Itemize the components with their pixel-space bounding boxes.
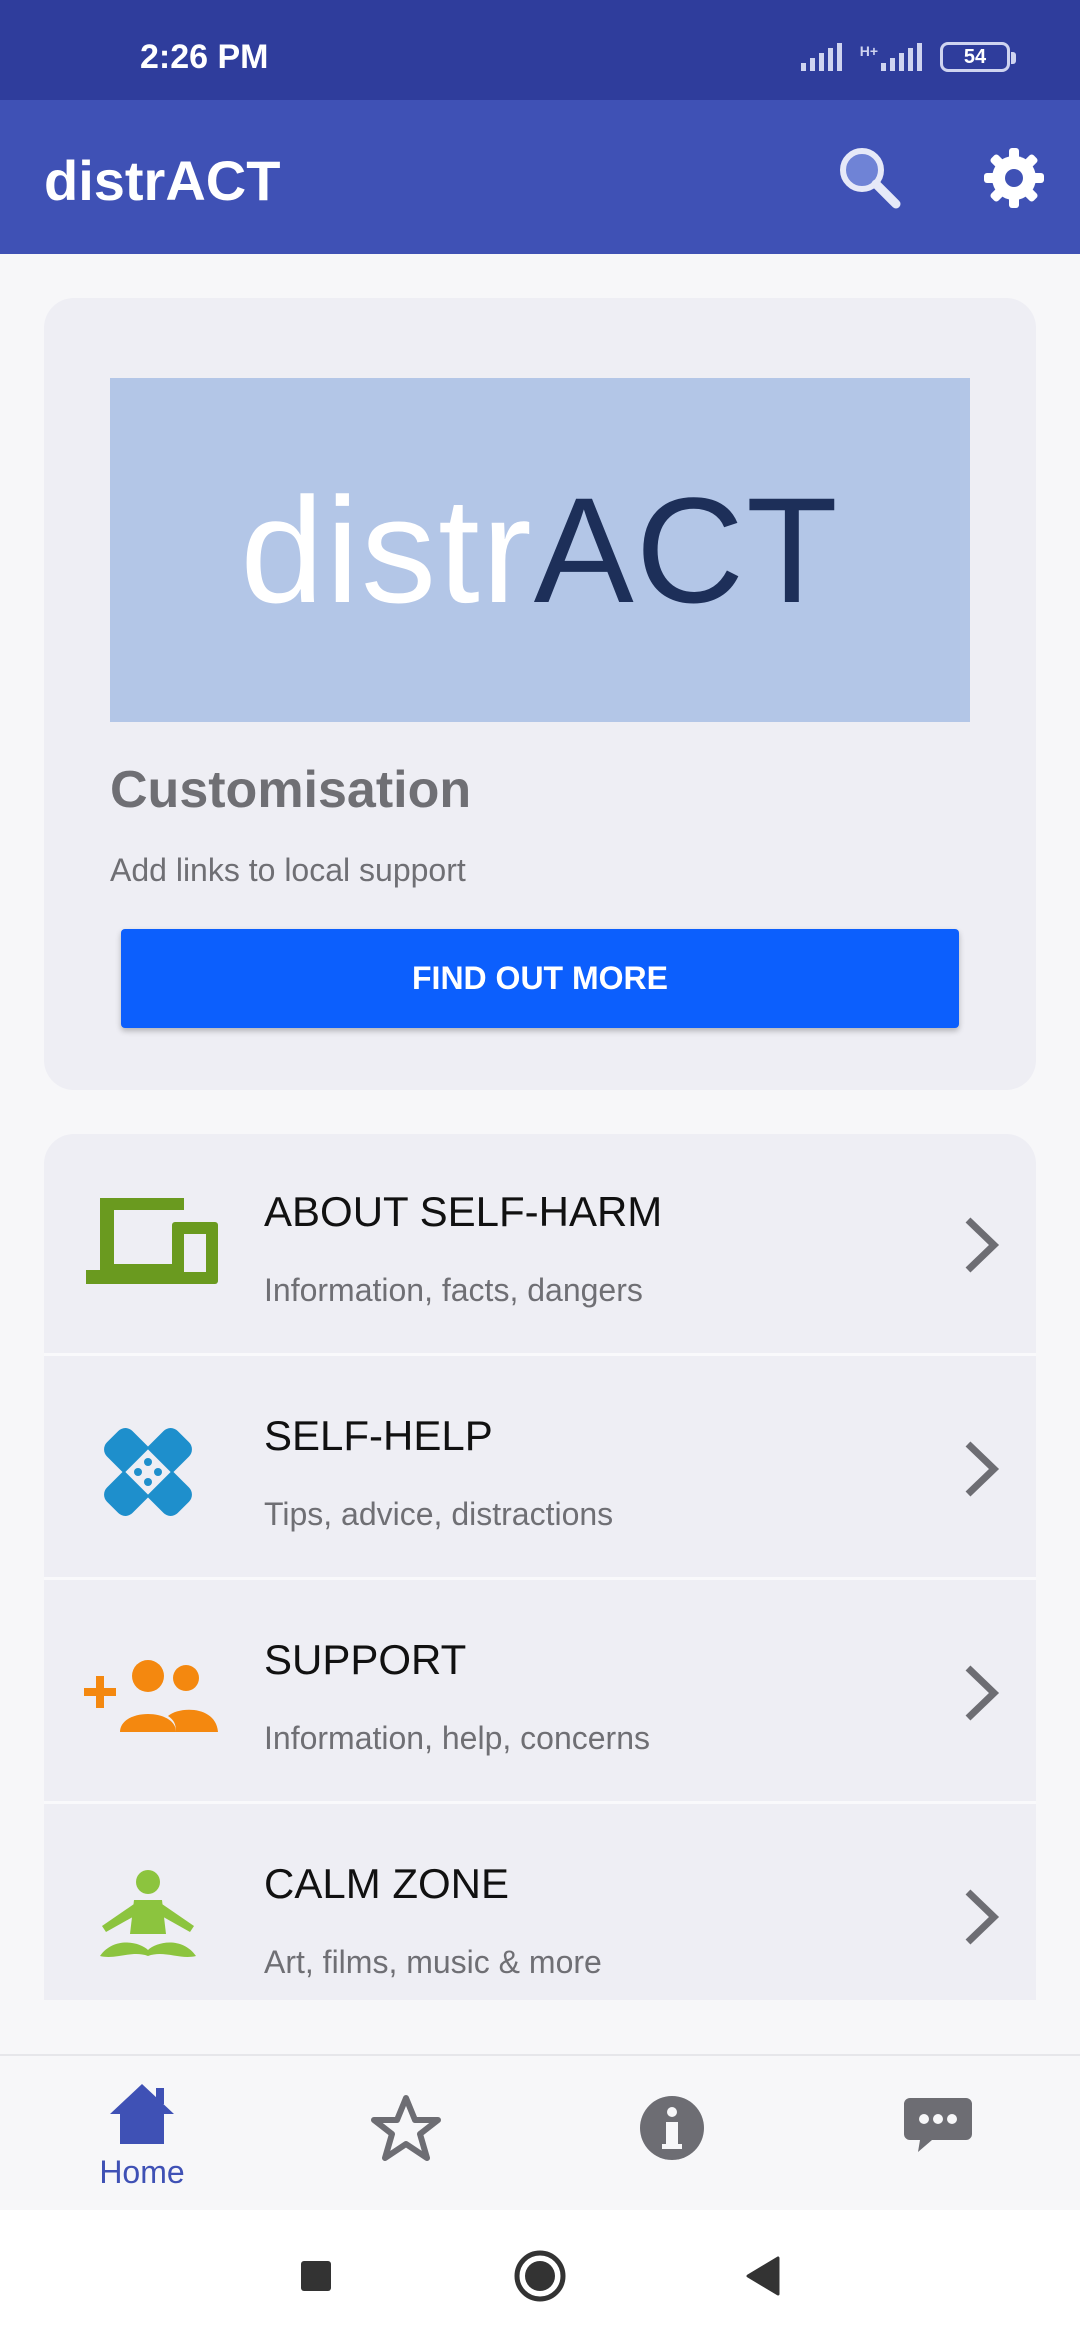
nav-favourites[interactable]: [336, 2078, 476, 2198]
search-icon[interactable]: [834, 142, 906, 214]
star-icon: [371, 2095, 441, 2161]
menu-item-subtitle: Art, films, music & more: [264, 1944, 602, 1980]
signal-icon: [800, 43, 842, 71]
network-type: H+: [859, 43, 878, 59]
menu-item-subtitle: Tips, advice, distractions: [264, 1496, 614, 1532]
back-triangle-icon[interactable]: [736, 2248, 792, 2304]
devices-icon: [86, 1198, 218, 1284]
distract-logo-banner: distrACT: [110, 378, 970, 722]
chat-icon: [904, 2098, 972, 2152]
info-icon: [640, 2096, 704, 2160]
battery-icon: 54: [940, 42, 1016, 72]
chevron-right-icon: [965, 1665, 1000, 1721]
nav-home-label: Home: [99, 2154, 185, 2190]
status-time: 2:26 PM: [140, 38, 269, 76]
menu-list: ABOUT SELF-HARM Information, facts, dang…: [44, 1134, 1036, 2000]
menu-item-self-help[interactable]: SELF-HELP Tips, advice, distractions: [44, 1358, 1036, 1580]
app-bar: distrACT: [0, 100, 1080, 254]
home-circle-icon[interactable]: [512, 2248, 568, 2304]
battery-level: 54: [963, 45, 987, 68]
bottom-navigation: Home: [0, 2054, 1080, 2210]
recents-icon[interactable]: [288, 2248, 344, 2304]
nav-chat[interactable]: [868, 2078, 1008, 2198]
settings-icon[interactable]: [978, 142, 1050, 214]
card-title: Customisation: [110, 761, 472, 819]
menu-item-about-self-harm[interactable]: ABOUT SELF-HARM Information, facts, dang…: [44, 1134, 1036, 1356]
bandage-icon: [104, 1428, 192, 1516]
status-icons: H+ 54: [800, 40, 1016, 74]
status-bar: 2:26 PM H+ 54: [0, 0, 1080, 100]
meditation-icon: [100, 1870, 196, 1957]
nav-home[interactable]: Home: [72, 2078, 212, 2198]
menu-item-subtitle: Information, facts, dangers: [264, 1272, 643, 1308]
nav-info[interactable]: [602, 2078, 742, 2198]
find-out-more-button[interactable]: FIND OUT MORE: [121, 929, 959, 1028]
menu-item-title: CALM ZONE: [264, 1860, 510, 1907]
menu-item-title: ABOUT SELF-HARM: [264, 1188, 663, 1235]
home-icon: [110, 2084, 174, 2144]
menu-item-title: SELF-HELP: [264, 1412, 493, 1459]
customisation-card: distrACT Customisation Add links to loca…: [44, 298, 1036, 1090]
card-subtitle: Add links to local support: [110, 852, 466, 888]
chevron-right-icon: [965, 1441, 1000, 1497]
menu-item-title: SUPPORT: [264, 1636, 467, 1683]
distract-logo: distrACT: [240, 465, 840, 634]
add-group-icon: [84, 1660, 218, 1732]
system-navigation-bar: [0, 2210, 1080, 2340]
menu-item-calm-zone[interactable]: CALM ZONE Art, films, music & more: [44, 1806, 1036, 2000]
chevron-right-icon: [965, 1889, 1000, 1945]
chevron-right-icon: [965, 1217, 1000, 1273]
app-title: distrACT: [44, 149, 281, 212]
signal-hplus-icon: H+: [860, 43, 922, 71]
menu-item-support[interactable]: SUPPORT Information, help, concerns: [44, 1582, 1036, 1804]
menu-item-subtitle: Information, help, concerns: [264, 1720, 650, 1756]
